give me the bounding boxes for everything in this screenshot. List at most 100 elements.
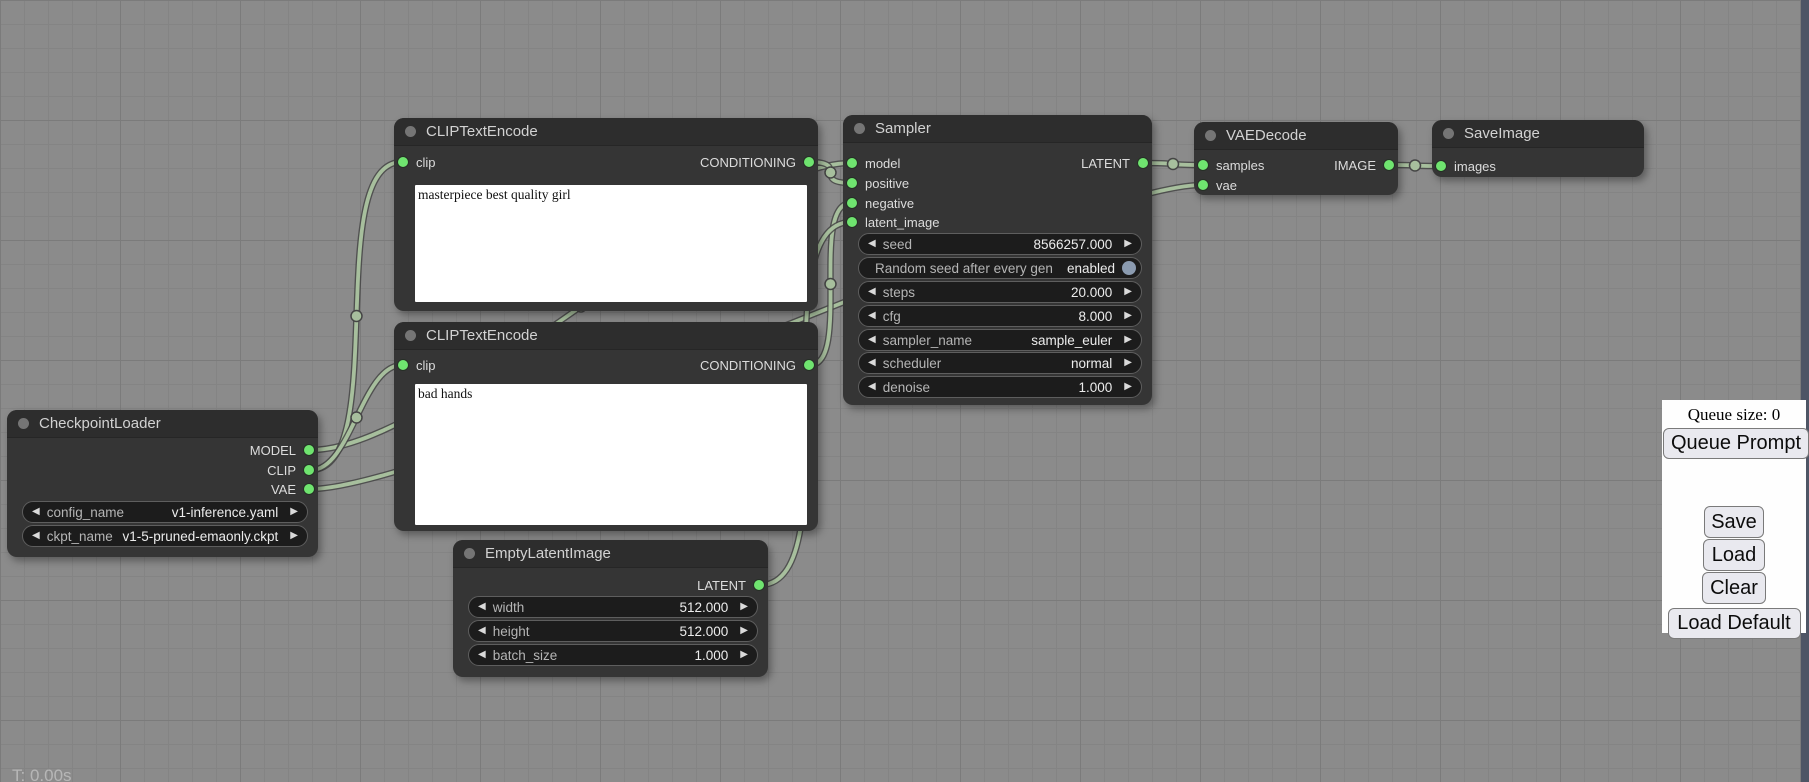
widget-decrement-arrow[interactable]: ◀ [868,358,876,368]
input-port-negative-dot[interactable] [847,198,857,208]
input-port-latent-image-dot[interactable] [847,217,857,227]
output-port-latent-dot[interactable] [1138,158,1148,168]
widget-sampler-name[interactable]: ◀sampler_namesample_euler▶ [858,329,1142,351]
node-sampler[interactable]: Samplermodelpositivenegativelatent_image… [843,115,1152,405]
widget-value[interactable]: sample_euler [1031,333,1112,348]
widget-config-name[interactable]: ◀config_namev1-inference.yaml▶ [22,501,308,523]
node-title-bar[interactable]: CLIPTextEncode [394,322,818,350]
clear-button[interactable]: Clear [1702,572,1766,604]
input-port-positive-dot[interactable] [847,178,857,188]
node-collapse-dot[interactable] [854,123,865,134]
input-port-model-dot[interactable] [847,158,857,168]
widget-decrement-arrow[interactable]: ◀ [868,239,876,249]
widget-value[interactable]: 8.000 [1079,309,1113,324]
node-title-bar[interactable]: VAEDecode [1194,122,1398,150]
widget-value[interactable]: 512.000 [679,624,728,639]
widget-value[interactable]: normal [1071,356,1112,371]
output-port-model-dot[interactable] [304,445,314,455]
widget-decrement-arrow[interactable]: ◀ [478,650,486,660]
node-vaedecode[interactable]: VAEDecodesamplesvaeIMAGE [1194,122,1398,195]
widget-decrement-arrow[interactable]: ◀ [868,382,876,392]
node-checkpointloader[interactable]: CheckpointLoaderMODELCLIPVAE◀config_name… [7,410,318,557]
load-button[interactable]: Load [1703,539,1765,571]
queue-prompt-button[interactable]: Queue Prompt [1663,428,1809,459]
node-collapse-dot[interactable] [18,418,29,429]
output-port-latent-dot[interactable] [754,580,764,590]
input-port-vae-dot[interactable] [1198,180,1208,190]
widget-batch-size[interactable]: ◀batch_size1.000▶ [468,644,758,666]
node-title-bar[interactable]: CheckpointLoader [7,410,318,438]
widget-width[interactable]: ◀width512.000▶ [468,596,758,618]
load-default-button[interactable]: Load Default [1668,608,1801,639]
scrollbar[interactable] [1801,0,1809,782]
output-port-clip-dot[interactable] [304,465,314,475]
widget-increment-arrow[interactable]: ▶ [740,650,748,660]
widget-increment-arrow[interactable]: ▶ [1124,382,1132,392]
widget-value[interactable]: 8566257.000 [1033,237,1112,252]
widget-value[interactable]: 20.000 [1071,285,1112,300]
graph-canvas[interactable]: CheckpointLoaderMODELCLIPVAE◀config_name… [0,0,1809,782]
widget-value[interactable]: enabled [1067,261,1115,276]
node-collapse-dot[interactable] [405,330,416,341]
widget-value[interactable]: 1.000 [1079,380,1113,395]
widget-random-seed-after-every-gen[interactable]: Random seed after every genenabled [858,257,1142,279]
link-midpoint-dot [825,279,836,290]
node-title-bar[interactable]: Sampler [843,115,1152,143]
port-label: LATENT [1081,156,1130,171]
node-collapse-dot[interactable] [1443,128,1454,139]
output-port-conditioning-dot[interactable] [804,360,814,370]
widget-increment-arrow[interactable]: ▶ [1124,335,1132,345]
widget-denoise[interactable]: ◀denoise1.000▶ [858,376,1142,398]
widget-value[interactable]: v1-5-pruned-emaonly.ckpt [122,529,278,544]
widget-decrement-arrow[interactable]: ◀ [868,335,876,345]
widget-increment-arrow[interactable]: ▶ [1124,358,1132,368]
node-saveimage[interactable]: SaveImageimages [1432,120,1644,177]
widget-ckpt-name[interactable]: ◀ckpt_namev1-5-pruned-emaonly.ckpt▶ [22,525,308,547]
widget-increment-arrow[interactable]: ▶ [1124,287,1132,297]
node-cliptextencode[interactable]: CLIPTextEncodeclipCONDITIONING [394,322,818,531]
output-conditioning: CONDITIONING [700,154,814,170]
output-port-conditioning-dot[interactable] [804,157,814,167]
prompt-textarea[interactable] [415,384,807,525]
output-port-vae-dot[interactable] [304,484,314,494]
node-collapse-dot[interactable] [464,548,475,559]
widget-increment-arrow[interactable]: ▶ [1124,311,1132,321]
node-cliptextencode[interactable]: CLIPTextEncodeclipCONDITIONING [394,118,818,311]
widget-cfg[interactable]: ◀cfg8.000▶ [858,305,1142,327]
node-collapse-dot[interactable] [1205,130,1216,141]
input-port-clip-dot[interactable] [398,157,408,167]
node-emptylatentimage[interactable]: EmptyLatentImageLATENT◀width512.000▶◀hei… [453,540,768,677]
toggle-dot[interactable] [1122,261,1136,275]
input-port-clip-dot[interactable] [398,360,408,370]
widget-increment-arrow[interactable]: ▶ [290,507,298,517]
widget-value[interactable]: v1-inference.yaml [172,505,279,520]
widget-value[interactable]: 1.000 [695,648,729,663]
input-samples: samples [1198,157,1264,173]
widget-decrement-arrow[interactable]: ◀ [478,626,486,636]
widget-increment-arrow[interactable]: ▶ [740,626,748,636]
input-port-images-dot[interactable] [1436,161,1446,171]
widget-scheduler[interactable]: ◀schedulernormal▶ [858,352,1142,374]
widget-decrement-arrow[interactable]: ◀ [868,287,876,297]
output-port-image-dot[interactable] [1384,160,1394,170]
widget-increment-arrow[interactable]: ▶ [740,602,748,612]
widget-increment-arrow[interactable]: ▶ [1124,239,1132,249]
prompt-textarea[interactable] [415,185,807,302]
widget-steps[interactable]: ◀steps20.000▶ [858,281,1142,303]
input-port-samples-dot[interactable] [1198,160,1208,170]
widget-decrement-arrow[interactable]: ◀ [32,507,40,517]
widget-seed[interactable]: ◀seed8566257.000▶ [858,233,1142,255]
node-collapse-dot[interactable] [405,126,416,137]
link-midpoint-dot [351,311,362,322]
node-title-bar[interactable]: EmptyLatentImage [453,540,768,568]
widget-decrement-arrow[interactable]: ◀ [478,602,486,612]
widget-decrement-arrow[interactable]: ◀ [32,531,40,541]
node-title-bar[interactable]: SaveImage [1432,120,1644,148]
link-midpoint-dot [351,412,362,423]
save-button[interactable]: Save [1704,506,1764,538]
node-title-bar[interactable]: CLIPTextEncode [394,118,818,146]
widget-value[interactable]: 512.000 [679,600,728,615]
widget-increment-arrow[interactable]: ▶ [290,531,298,541]
widget-decrement-arrow[interactable]: ◀ [868,311,876,321]
widget-height[interactable]: ◀height512.000▶ [468,620,758,642]
